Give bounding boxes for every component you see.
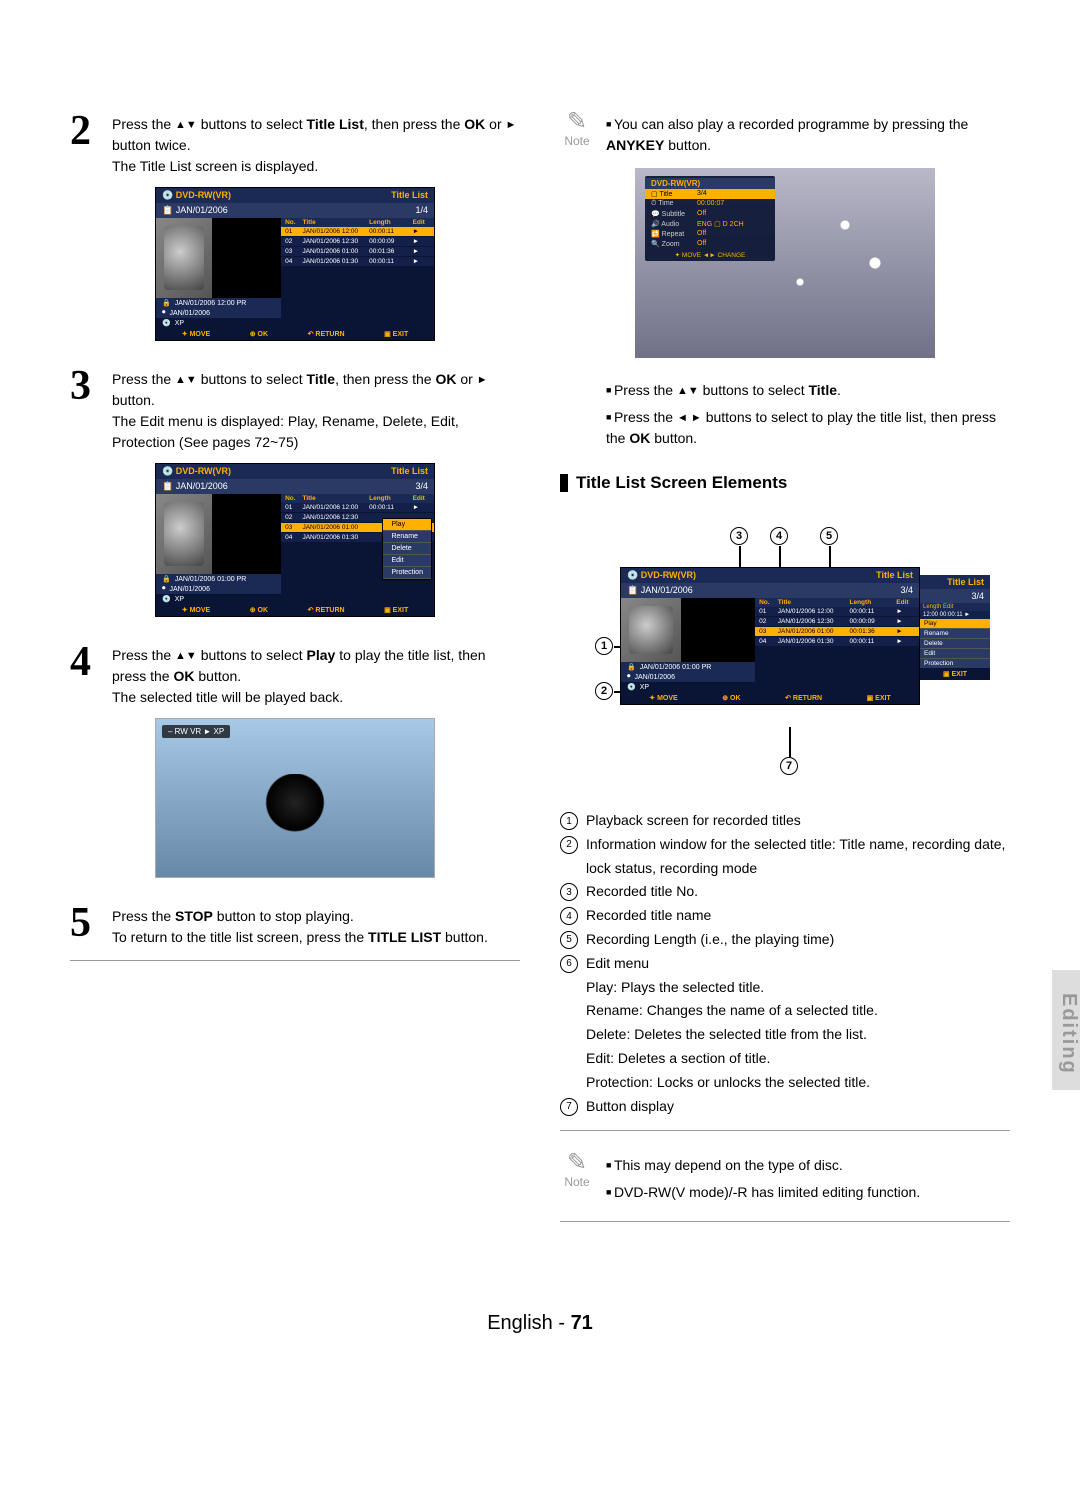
leftright-icon: ◄ ► [677, 410, 702, 427]
step-number: 3 [70, 365, 100, 453]
elements-legend: 1Playback screen for recorded titles 2In… [560, 809, 1010, 1118]
updown-icon: ▲▼ [677, 383, 699, 400]
edit-menu-detail: Title List 3/4 Length Edit 12:00 00:00:1… [920, 575, 990, 680]
callout-4: 4 [770, 527, 788, 545]
step-text: Press the ▲▼ buttons to select Title, th… [112, 365, 520, 453]
note-bullet: This may depend on the type of disc. [606, 1155, 920, 1176]
note-icon: ✎ [560, 110, 594, 134]
step-3: 3 Press the ▲▼ buttons to select Title, … [70, 365, 520, 453]
legend-marker-2: 2 [560, 836, 578, 854]
title-list-screenshot-2: 💿 DVD-RW(VR)Title List 📋 JAN/01/20063/4 … [155, 463, 435, 617]
elements-diagram: 1 2 3 4 5 6 7 💿 DVD-RW(VR)Title List 📋 J… [560, 507, 990, 797]
step-5: 5 Press the STOP button to stop playing.… [70, 902, 520, 948]
updown-icon: ▲▼ [175, 117, 197, 134]
legend-marker-1: 1 [560, 812, 578, 830]
note-bullet: DVD-RW(V mode)/-R has limited editing fu… [606, 1182, 920, 1203]
right-icon: ► [477, 372, 488, 389]
anykey-overlay-screenshot: DVD-RW(VR) ▢ Title3/4 ⏱ Time00:00:07 💬 S… [635, 168, 935, 358]
step-number: 4 [70, 641, 100, 708]
callout-1: 1 [595, 637, 613, 655]
step-number: 2 [70, 110, 100, 177]
note-bullet: You can also play a recorded programme b… [606, 114, 1010, 156]
divider [560, 1221, 1010, 1222]
note-1: ✎ Note You can also play a recorded prog… [560, 110, 1010, 162]
playback-bar: – RW VR ► XP [162, 725, 230, 738]
callout-7: 7 [780, 757, 798, 775]
step-text: Press the STOP button to stop playing. T… [112, 902, 488, 948]
playback-screenshot: – RW VR ► XP [155, 718, 435, 878]
right-icon: ► [506, 117, 517, 134]
note-2: ✎ Note This may depend on the type of di… [560, 1151, 1010, 1209]
right-column: ✎ Note You can also play a recorded prog… [560, 110, 1010, 1242]
callout-3: 3 [730, 527, 748, 545]
overlay-instructions: Press the ▲▼ buttons to select Title. Pr… [606, 376, 1010, 449]
divider [560, 1130, 1010, 1131]
divider [70, 960, 520, 961]
title-list-screenshot-1: 💿 DVD-RW(VR)Title List 📋 JAN/01/20061/4 … [155, 187, 435, 341]
updown-icon: ▲▼ [175, 648, 197, 665]
updown-icon: ▲▼ [175, 372, 197, 389]
legend-marker-6: 6 [560, 955, 578, 973]
edit-menu-popup: Play Rename Delete Edit Protection [382, 518, 432, 580]
step-text: Press the ▲▼ buttons to select Play to p… [112, 641, 520, 708]
legend-marker-4: 4 [560, 907, 578, 925]
step-4: 4 Press the ▲▼ buttons to select Play to… [70, 641, 520, 708]
page-columns: 2 Press the ▲▼ buttons to select Title L… [70, 110, 1010, 1242]
step-2: 2 Press the ▲▼ buttons to select Title L… [70, 110, 520, 177]
left-column: 2 Press the ▲▼ buttons to select Title L… [70, 110, 520, 1242]
legend-marker-3: 3 [560, 883, 578, 901]
callout-5: 5 [820, 527, 838, 545]
legend-marker-7: 7 [560, 1098, 578, 1116]
section-tab: Editing [1052, 970, 1080, 1090]
step-number: 5 [70, 902, 100, 948]
step-text: Press the ▲▼ buttons to select Title Lis… [112, 110, 520, 177]
callout-2: 2 [595, 682, 613, 700]
legend-marker-5: 5 [560, 931, 578, 949]
section-heading: Title List Screen Elements [560, 473, 1010, 493]
page-footer: English - 71 [70, 1312, 1010, 1335]
note-icon: ✎ [560, 1151, 594, 1175]
